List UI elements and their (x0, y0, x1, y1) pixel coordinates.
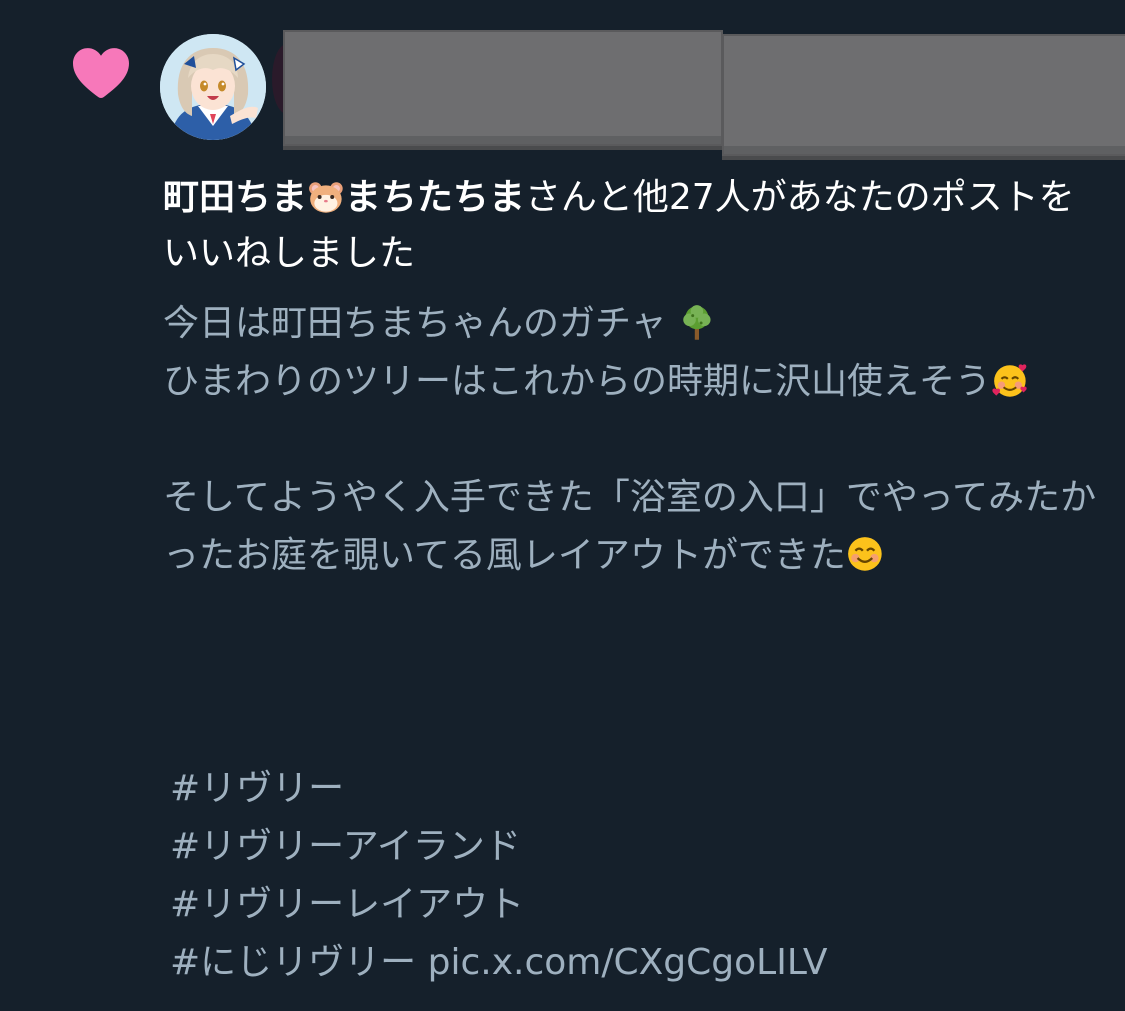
avatar[interactable] (160, 34, 266, 140)
heart-icon (73, 48, 129, 98)
hashtag-list: #リヴリー #リヴリーアイランド #リヴリーレイアウト #にじリヴリー pic.… (170, 760, 828, 992)
user-link[interactable]: 町田ちま まちたちま (163, 177, 525, 218)
post-line: ひまわりのツリーはこれからの時期に沢山使えそう (163, 361, 992, 402)
smiling-face-emoji (848, 537, 882, 571)
post-line: そしてようやく入手できた「浴室の入口」でやってみたかったお庭を覗いてる風レイアウ… (163, 477, 1097, 576)
anime-avatar-image (160, 34, 266, 140)
redaction-block (722, 34, 1125, 156)
hamster-emoji (309, 182, 343, 213)
hashtag-link[interactable]: #にじリヴリー (170, 942, 416, 983)
smiling-face-with-hearts-emoji (992, 364, 1027, 397)
user-handle: まちたちま (344, 177, 525, 218)
user-name: 町田ちま (163, 177, 308, 218)
post-line: 今日は町田ちまちゃんのガチャ (163, 303, 667, 344)
last-line: #にじリヴリー pic.x.com/CXgCgoLILV (170, 934, 828, 992)
redaction-block (283, 30, 723, 146)
hashtag-link[interactable]: #リヴリー (170, 760, 828, 818)
post-text[interactable]: 今日は町田ちまちゃんのガチャ ひまわりのツリーはこれからの時期に沢山使えそう そ… (163, 295, 1098, 585)
like-notification[interactable]: 町田ちま まちたちまさんと他27人があなたのポストをいいねしました 今日は町田ち… (0, 0, 1125, 1011)
hashtag-link[interactable]: #リヴリーアイランド (170, 818, 828, 876)
hashtag-link[interactable]: #リヴリーレイアウト (170, 876, 828, 934)
media-link[interactable]: pic.x.com/CXgCgoLILV (428, 942, 828, 983)
tree-emoji (683, 305, 711, 340)
notification-headline: 町田ちま まちたちまさんと他27人があなたのポストをいいねしました (163, 170, 1098, 282)
